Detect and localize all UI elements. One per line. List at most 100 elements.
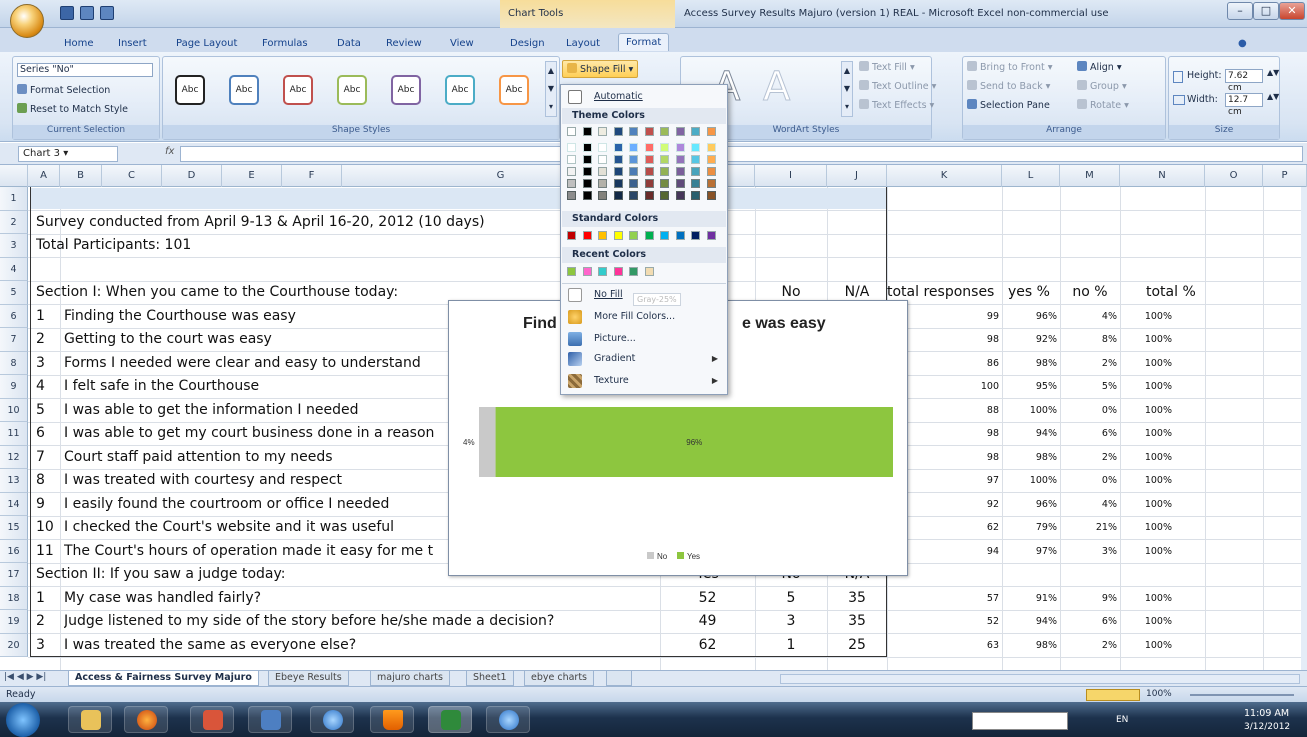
theme-color-shade-swatch[interactable] [567, 191, 576, 200]
theme-color-shade-swatch[interactable] [567, 179, 576, 188]
item-yes-pct[interactable]: 98% [1002, 634, 1057, 657]
standard-color-swatch[interactable] [675, 231, 685, 240]
vertical-scrollbar[interactable] [1301, 187, 1307, 670]
taskbar-firefox[interactable] [124, 706, 168, 733]
tab-formulas[interactable]: Formulas [262, 38, 308, 49]
item-total[interactable]: 52 [887, 610, 999, 633]
item-total-pct[interactable]: 100% [1120, 587, 1172, 610]
legend-label-yes[interactable]: Yes [687, 552, 700, 561]
theme-color-shade-swatch[interactable] [691, 179, 700, 188]
theme-color-shade-swatch[interactable] [613, 167, 623, 176]
gradient-option[interactable]: Gradient ▶ [562, 349, 726, 369]
theme-color-shade-swatch[interactable] [660, 143, 669, 152]
column-header-a[interactable]: A [28, 165, 60, 187]
picture-option[interactable]: Picture... [562, 329, 726, 349]
theme-color-shade-swatch[interactable] [598, 143, 607, 152]
width-input[interactable]: 12.7 cm [1225, 93, 1263, 117]
clock-date[interactable]: 3/12/2012 [1244, 722, 1290, 732]
item-yes-pct[interactable]: 94% [1002, 422, 1057, 445]
theme-color-shade-swatch[interactable] [582, 179, 592, 188]
format-selection-button[interactable]: Format Selection [17, 84, 110, 96]
selection-pane-button[interactable]: Selection Pane [967, 99, 1050, 111]
item-total-pct[interactable]: 100% [1120, 493, 1172, 516]
taskbar-itunes[interactable] [310, 706, 354, 733]
column-header-n[interactable]: N [1120, 165, 1205, 187]
theme-color-shade-swatch[interactable] [660, 191, 669, 200]
theme-color-shade-swatch[interactable] [629, 191, 638, 200]
row-header[interactable]: 3 [0, 234, 28, 258]
theme-color-shade-swatch[interactable] [675, 143, 685, 152]
texture-option[interactable]: Texture ▶ [562, 371, 726, 391]
horizontal-scrollbar[interactable] [780, 674, 1300, 684]
theme-color-shade-swatch[interactable] [629, 143, 638, 152]
item-yes-pct[interactable]: 96% [1002, 493, 1057, 516]
column-header-i[interactable]: I [755, 165, 827, 187]
tab-layout[interactable]: Layout [566, 38, 600, 49]
item-total-pct[interactable]: 100% [1120, 399, 1172, 422]
row-header[interactable]: 8 [0, 351, 28, 375]
theme-color-shade-swatch[interactable] [644, 191, 654, 200]
taskbar-vlc[interactable] [370, 706, 414, 733]
theme-color-swatch[interactable] [660, 127, 669, 136]
item-yes-pct[interactable]: 100% [1002, 399, 1057, 422]
theme-color-shade-swatch[interactable] [613, 143, 623, 152]
column-header-d[interactable]: D [162, 165, 222, 187]
item-no-pct[interactable]: 2% [1060, 446, 1117, 469]
item-total[interactable]: 63 [887, 634, 999, 657]
row-header[interactable]: 12 [0, 445, 28, 469]
theme-color-shade-swatch[interactable] [582, 191, 592, 200]
shape-style-6[interactable]: Abc [445, 75, 475, 105]
item-total-pct[interactable]: 100% [1120, 375, 1172, 398]
bar-segment-no[interactable] [479, 407, 496, 477]
zoom-slider[interactable] [1190, 694, 1294, 696]
automatic-option[interactable]: Automatic [562, 87, 726, 107]
row-header[interactable]: 20 [0, 633, 28, 657]
group-button[interactable]: Group ▾ [1077, 80, 1127, 92]
item-yes-pct[interactable]: 96% [1002, 305, 1057, 328]
theme-color-shade-swatch[interactable] [613, 179, 623, 188]
shape-style-3[interactable]: Abc [283, 75, 313, 105]
yes-pct-header[interactable]: yes % [1008, 281, 1063, 304]
recent-color-swatch[interactable] [567, 267, 576, 276]
item-yes-pct[interactable]: 92% [1002, 328, 1057, 351]
chart-element-select[interactable]: Series "No" [17, 63, 153, 77]
legend-key-no[interactable] [647, 552, 654, 559]
row-header[interactable]: 10 [0, 398, 28, 422]
item-no-pct[interactable]: 6% [1060, 610, 1117, 633]
close-button[interactable]: ✕ [1279, 2, 1305, 20]
theme-color-swatch[interactable] [675, 127, 685, 136]
theme-color-shade-swatch[interactable] [598, 179, 607, 188]
theme-color-shade-swatch[interactable] [675, 155, 685, 164]
theme-color-swatch[interactable] [582, 127, 592, 136]
item-yes-pct[interactable]: 98% [1002, 446, 1057, 469]
standard-color-swatch[interactable] [582, 231, 592, 240]
item-no-pct[interactable]: 6% [1060, 422, 1117, 445]
rotate-button[interactable]: Rotate ▾ [1077, 99, 1129, 111]
standard-color-swatch[interactable] [598, 231, 607, 240]
theme-color-swatch[interactable] [691, 127, 700, 136]
tab-home[interactable]: Home [64, 38, 94, 49]
zoom-level[interactable]: 100% [1146, 689, 1172, 699]
tab-design[interactable]: Design [510, 38, 545, 49]
theme-color-shade-swatch[interactable] [644, 179, 654, 188]
taskbar-media[interactable] [190, 706, 234, 733]
item-no-pct[interactable]: 8% [1060, 328, 1117, 351]
row-header[interactable]: 7 [0, 328, 28, 352]
save-icon[interactable] [60, 6, 74, 20]
row-header[interactable]: 13 [0, 469, 28, 493]
theme-color-shade-swatch[interactable] [660, 155, 669, 164]
item-no-pct[interactable]: 21% [1060, 516, 1117, 539]
help-icon[interactable]: ● [1238, 38, 1247, 49]
column-header-e[interactable]: E [222, 165, 282, 187]
text-outline-button[interactable]: Text Outline ▾ [859, 80, 936, 92]
theme-color-shade-swatch[interactable] [675, 179, 685, 188]
theme-color-shade-swatch[interactable] [691, 167, 700, 176]
item-total-pct[interactable]: 100% [1120, 305, 1172, 328]
recent-color-swatch[interactable] [629, 267, 638, 276]
item-total-pct[interactable]: 100% [1120, 446, 1172, 469]
theme-color-swatch[interactable] [644, 127, 654, 136]
item-yes-pct[interactable]: 100% [1002, 469, 1057, 492]
theme-color-shade-swatch[interactable] [706, 167, 716, 176]
theme-color-swatch[interactable] [613, 127, 623, 136]
row-header[interactable]: 5 [0, 281, 28, 305]
